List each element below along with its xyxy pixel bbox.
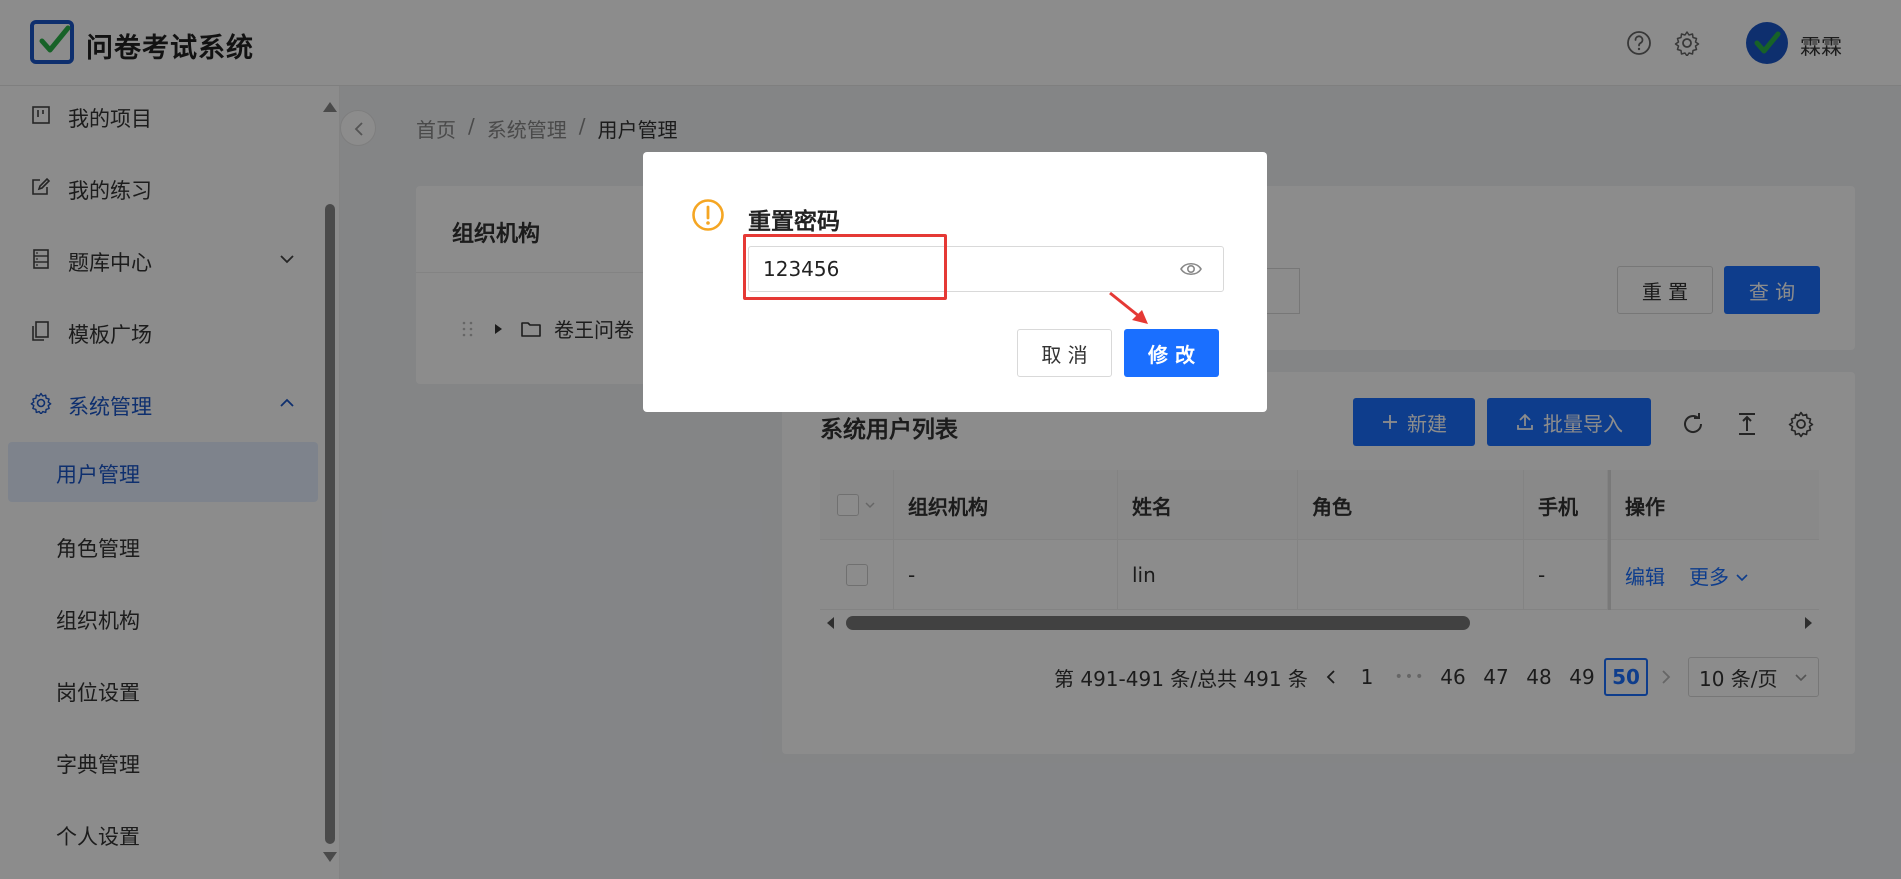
modify-button[interactable]: 修 改 bbox=[1124, 329, 1219, 377]
cancel-button[interactable]: 取 消 bbox=[1017, 329, 1112, 377]
red-arrow-annotation-icon bbox=[1109, 291, 1148, 324]
reset-password-dialog: 重置密码 取 消 修 改 bbox=[643, 152, 1267, 412]
highlight-box-annotation bbox=[743, 234, 947, 300]
modal-overlay[interactable] bbox=[0, 0, 1901, 879]
warning-exclamation-icon bbox=[692, 199, 724, 231]
eye-visibility-icon[interactable] bbox=[1179, 258, 1203, 280]
dialog-title: 重置密码 bbox=[748, 209, 840, 235]
